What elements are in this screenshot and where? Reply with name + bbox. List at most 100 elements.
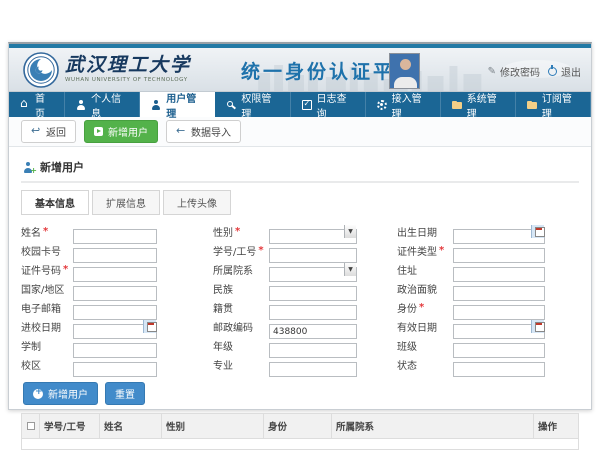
form-row: 国家/地区* ▼ 民族* ▼ 政治面貌* ▼: [21, 279, 579, 297]
field-label: 性别*: [213, 224, 269, 239]
field-input-wrap: ▼: [453, 300, 545, 315]
submit-add-user-button[interactable]: 新增用户: [23, 382, 98, 405]
form-field: 证件号码* ▼: [21, 262, 213, 277]
back-arrow-icon: [31, 127, 41, 137]
tab-上传头像[interactable]: 上传头像: [163, 190, 231, 215]
column-header-学号/工号: 学号/工号: [40, 414, 100, 439]
field-label: 状态*: [397, 357, 453, 372]
nav-item-label: 个人信息: [91, 90, 128, 120]
text-input-专业[interactable]: [269, 362, 357, 377]
select-all-header: [22, 414, 40, 439]
form-tabs: 基本信息 扩展信息 上传头像: [21, 190, 579, 215]
form-field: 校区* ▼: [21, 357, 213, 372]
text-input-校区[interactable]: [73, 362, 157, 377]
header-user-area: ✎ 修改密码 退出: [389, 53, 581, 89]
user-table: 学号/工号 姓名 性别 身份 所属院系 操作: [21, 413, 579, 450]
column-header-性别: 性别: [162, 414, 264, 439]
field-input-wrap: ▼: [269, 224, 357, 239]
change-password-label: 修改密码: [500, 64, 540, 79]
change-password-link[interactable]: ✎ 修改密码: [488, 64, 540, 79]
nav-item-订阅管理[interactable]: 订阅管理: [516, 92, 591, 117]
back-button[interactable]: 返回: [21, 120, 76, 143]
calendar-icon[interactable]: [143, 320, 156, 333]
field-input-wrap: ▼: [73, 338, 157, 353]
field-label: 邮政编码*: [213, 319, 269, 334]
logout-label: 退出: [561, 64, 581, 79]
field-input-wrap: ▼: [73, 357, 157, 372]
nav-item-label: 首页: [35, 90, 53, 120]
nav-item-用户管理[interactable]: 用户管理: [140, 92, 215, 117]
required-asterisk: *: [63, 264, 68, 275]
field-input-wrap: ▼: [453, 224, 545, 239]
field-label: 校园卡号*: [21, 243, 73, 258]
field-label: 专业*: [213, 357, 269, 372]
form-field: 籍贯* ▼: [213, 300, 397, 315]
text-input-状态[interactable]: [453, 362, 545, 377]
nav-item-权限管理[interactable]: 权限管理: [215, 92, 290, 117]
form-field: 学制* ▼: [21, 338, 213, 353]
form-field: 政治面貌* ▼: [397, 281, 579, 296]
field-input-wrap: ▼: [73, 243, 157, 258]
form-row: 姓名* ▼ 性别* ▼ 出生日期* ▼: [21, 222, 579, 240]
required-asterisk: *: [439, 245, 444, 256]
university-name-block: 武汉理工大学 WUHAN UNIVERSITY OF TECHNOLOGY: [65, 54, 191, 83]
field-label: 进校日期*: [21, 319, 73, 334]
new-user-form: 姓名* ▼ 性别* ▼ 出生日期* ▼ 校园卡号*: [21, 222, 579, 373]
nav-item-label: 用户管理: [166, 90, 203, 120]
data-import-button[interactable]: 数据导入: [166, 120, 241, 143]
dropdown-arrow-icon[interactable]: ▼: [344, 263, 356, 276]
column-header-所属院系: 所属院系: [332, 414, 534, 439]
add-user-button[interactable]: 新增用户: [84, 120, 158, 143]
field-input-wrap: ▼: [453, 357, 545, 372]
add-user-icon: [94, 127, 103, 136]
required-asterisk: *: [258, 245, 263, 256]
section-title-text: 新增用户: [40, 159, 84, 175]
data-import-button-label: 数据导入: [191, 124, 231, 139]
nav-item-接入管理[interactable]: 接入管理: [366, 92, 441, 117]
power-icon: [548, 67, 557, 76]
calendar-icon[interactable]: [531, 225, 544, 238]
calendar-icon[interactable]: [531, 320, 544, 333]
plus-circle-icon: [33, 389, 43, 399]
form-field: 专业* ▼: [213, 357, 397, 372]
field-label: 所属院系*: [213, 262, 269, 277]
tab-扩展信息[interactable]: 扩展信息: [92, 190, 160, 215]
checklist-icon: [302, 100, 312, 110]
field-input-wrap: ▼: [453, 243, 545, 258]
section-title: + 新增用户: [21, 155, 579, 181]
user-avatar[interactable]: [389, 53, 420, 89]
empty-cell: [22, 439, 579, 450]
nav-item-label: 接入管理: [392, 90, 429, 120]
nav-item-首页[interactable]: 首页: [9, 92, 65, 117]
field-label: 住址*: [397, 262, 453, 277]
field-input-wrap: ▼: [453, 338, 545, 353]
reset-button[interactable]: 重置: [105, 382, 145, 405]
form-field: 电子邮箱* ▼: [21, 300, 213, 315]
university-name: 武汉理工大学: [65, 54, 191, 76]
university-name-en: WUHAN UNIVERSITY OF TECHNOLOGY: [65, 77, 191, 83]
add-user-button-label: 新增用户: [108, 124, 148, 139]
import-arrow-icon: [176, 127, 186, 137]
logout-link[interactable]: 退出: [548, 64, 581, 79]
field-input-wrap: ▼: [73, 300, 157, 315]
field-label: 学号/工号*: [213, 243, 269, 258]
form-field: 状态* ▼: [397, 357, 579, 372]
form-row: 学制* ▼ 年级* ▼ 班级* ▼: [21, 336, 579, 354]
nav-item-个人信息[interactable]: 个人信息: [65, 92, 140, 117]
key-icon: [226, 100, 236, 110]
tab-基本信息[interactable]: 基本信息: [21, 190, 89, 215]
form-field: 性别* ▼: [213, 224, 397, 239]
select-all-checkbox[interactable]: [27, 422, 35, 430]
content-area: + 新增用户 基本信息 扩展信息 上传头像 姓名* ▼ 性别* ▼ 出生: [9, 147, 591, 450]
nav-item-label: 系统管理: [467, 90, 504, 120]
field-input-wrap: ▼: [269, 319, 357, 334]
user-icon: [76, 100, 86, 110]
back-button-label: 返回: [46, 124, 66, 139]
person-plus-icon: +: [23, 162, 34, 173]
nav-item-日志查询[interactable]: 日志查询: [291, 92, 366, 117]
field-label: 年级*: [213, 338, 269, 353]
field-label: 政治面貌*: [397, 281, 453, 296]
nav-item-系统管理[interactable]: 系统管理: [441, 92, 516, 117]
nav-item-label: 日志查询: [317, 90, 354, 120]
dropdown-arrow-icon[interactable]: ▼: [344, 225, 356, 238]
